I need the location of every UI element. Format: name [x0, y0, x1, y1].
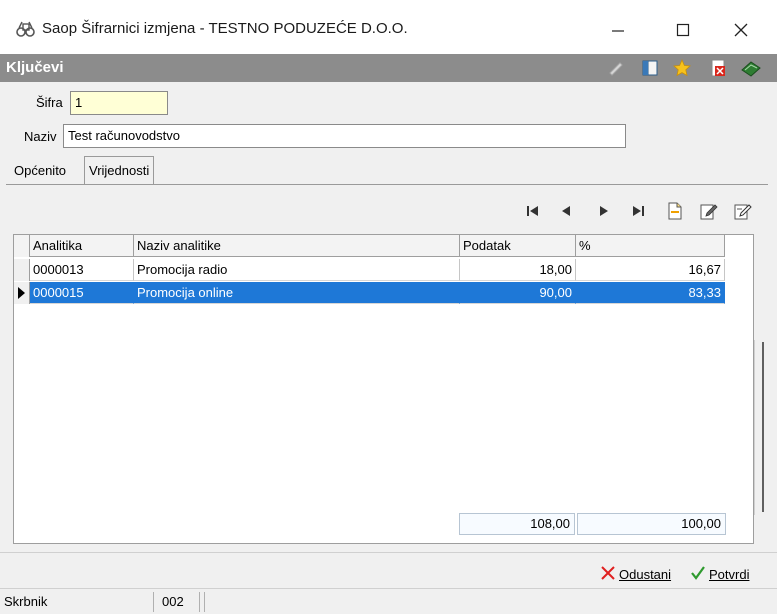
edit-record-icon[interactable]	[698, 200, 720, 222]
cell-podatak[interactable]: 90,00	[460, 282, 576, 304]
status-bar: Skrbnik 002	[0, 588, 777, 614]
status-code: 002	[158, 592, 200, 612]
title-bar: Saop Šifrarnici izmjena - TESTNO PODUZEĆ…	[0, 0, 777, 54]
column-header-percent[interactable]: %	[576, 235, 725, 257]
naziv-label: Naziv	[24, 129, 57, 144]
tab-divider	[6, 184, 768, 185]
new-record-icon[interactable]	[664, 200, 686, 222]
dialog-window: Saop Šifrarnici izmjena - TESTNO PODUZEĆ…	[0, 0, 777, 614]
cell-percent[interactable]: 16,67	[576, 259, 725, 281]
cell-percent[interactable]: 83,33	[576, 282, 725, 304]
status-user: Skrbnik	[0, 592, 154, 612]
close-x-icon	[600, 565, 616, 584]
tab-vrijednosti[interactable]: Vrijednosti	[84, 156, 155, 184]
table-row[interactable]: 0000013 Promocija radio 18,00 16,67	[14, 259, 755, 281]
close-button[interactable]	[718, 10, 764, 50]
grid-header-row: Analitika Naziv analitike Podatak %	[14, 235, 755, 257]
sifra-field[interactable]: 1	[70, 91, 168, 115]
prev-record-icon[interactable]	[555, 200, 577, 222]
cell-naziv[interactable]: Promocija online	[134, 282, 460, 304]
current-row-indicator	[14, 282, 30, 304]
total-percent: 100,00	[577, 513, 726, 535]
confirm-button[interactable]: Potvrdi	[690, 562, 749, 586]
divider	[0, 552, 777, 553]
cell-naziv[interactable]: Promocija radio	[134, 259, 460, 281]
maximize-button[interactable]	[660, 10, 706, 50]
scrollbar-thumb[interactable]	[762, 342, 764, 512]
last-record-icon[interactable]	[627, 200, 649, 222]
status-message	[204, 592, 777, 612]
form-header: Ključevi	[0, 54, 777, 82]
naziv-field[interactable]: Test računovodstvo	[63, 124, 626, 148]
next-record-icon[interactable]	[593, 200, 615, 222]
star-icon[interactable]	[672, 58, 692, 78]
cell-podatak[interactable]: 18,00	[460, 259, 576, 281]
checkmark-icon	[690, 565, 706, 584]
cell-analitika[interactable]: 0000013	[30, 259, 134, 281]
cell-analitika[interactable]: 0000015	[30, 282, 134, 304]
tab-opcenito[interactable]: Općenito	[10, 160, 70, 184]
close-document-icon[interactable]	[708, 58, 728, 78]
binoculars-icon	[16, 20, 36, 38]
sifra-label: Šifra	[36, 95, 63, 110]
column-header-podatak[interactable]: Podatak	[460, 235, 576, 257]
total-podatak: 108,00	[459, 513, 575, 535]
column-header-analitika[interactable]: Analitika	[30, 235, 134, 257]
columns-icon[interactable]	[640, 58, 660, 78]
values-grid[interactable]: Analitika Naziv analitike Podatak % 0000…	[13, 234, 764, 544]
vertical-scrollbar[interactable]	[754, 340, 768, 515]
form-title: Ključevi	[6, 59, 64, 76]
cancel-button[interactable]: Odustani	[600, 562, 671, 586]
cancel-label: Odustani	[619, 566, 672, 582]
pencil-check-icon[interactable]	[606, 58, 626, 78]
window-title: Saop Šifrarnici izmjena - TESTNO PODUZEĆ…	[42, 20, 408, 37]
book-exit-icon[interactable]	[740, 58, 761, 78]
confirm-label: Potvrdi	[709, 566, 750, 582]
table-row[interactable]: 0000015 Promocija online 90,00 83,33	[14, 282, 755, 304]
column-header-naziv-analitike[interactable]: Naziv analitike	[134, 235, 460, 257]
edit-all-icon[interactable]	[732, 200, 754, 222]
first-record-icon[interactable]	[522, 200, 544, 222]
minimize-button[interactable]	[595, 10, 641, 50]
